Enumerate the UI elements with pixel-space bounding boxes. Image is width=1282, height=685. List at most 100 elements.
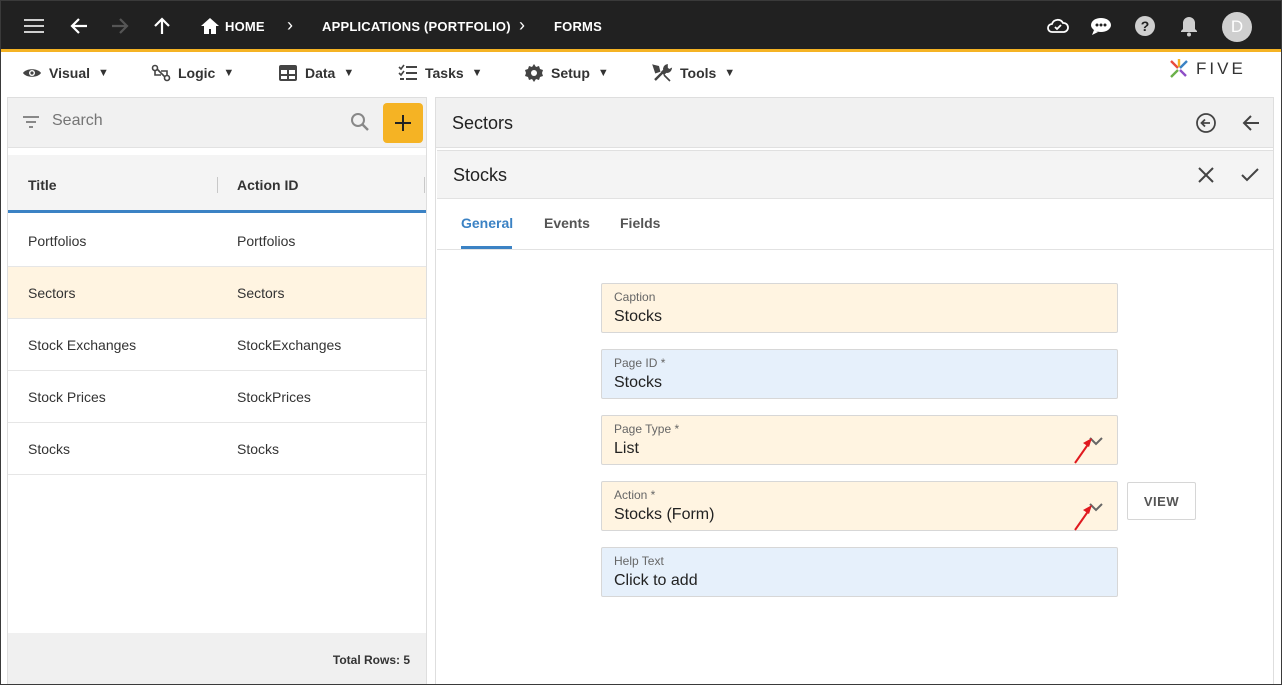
menu-data-label: Data <box>305 65 336 81</box>
menu-tasks[interactable]: Tasks ▼ <box>398 62 483 84</box>
table-row-selected[interactable]: Sectors Sectors <box>8 267 426 319</box>
history-back-icon[interactable] <box>1194 111 1218 135</box>
help-icon[interactable]: ? <box>1133 14 1157 38</box>
row-action-id: Portfolios <box>237 233 296 249</box>
menu-tools[interactable]: Tools ▼ <box>652 62 735 84</box>
caption-field[interactable]: Caption Stocks <box>601 283 1118 333</box>
list-footer: Total Rows: 5 <box>8 633 426 685</box>
search-icon[interactable] <box>349 111 371 138</box>
breadcrumb-applications[interactable]: APPLICATIONS (PORTFOLIO) <box>322 19 511 34</box>
table-row[interactable]: Stock Prices StockPrices <box>8 371 426 423</box>
page-type-label: Page Type * <box>614 422 680 436</box>
dropdown-arrow-icon: ▼ <box>471 67 483 79</box>
column-header-action-id[interactable]: Action ID <box>237 177 298 193</box>
column-divider[interactable] <box>424 177 425 193</box>
filter-icon[interactable] <box>21 112 41 137</box>
main-menu-bar: Visual ▼ Logic ▼ Data ▼ Tasks ▼ Setup ▼ Tools… <box>0 55 1282 91</box>
notifications-bell-icon[interactable] <box>1177 14 1201 38</box>
logo-text: FIVE <box>1196 59 1246 78</box>
breadcrumb-chevron-icon: › <box>519 15 525 35</box>
menu-visual-label: Visual <box>49 65 90 81</box>
back-arrow-icon[interactable] <box>1239 111 1263 135</box>
menu-logic[interactable]: Logic ▼ <box>151 62 234 84</box>
parent-record-title: Sectors <box>452 113 514 133</box>
table-icon <box>279 65 297 81</box>
table-row[interactable]: Stock Exchanges StockExchanges <box>8 319 426 371</box>
total-rows-count: Total Rows: 5 <box>332 653 410 667</box>
add-record-button[interactable] <box>383 103 423 143</box>
column-divider[interactable] <box>217 177 218 193</box>
up-arrow-icon[interactable] <box>150 14 174 38</box>
top-app-bar: HOME › APPLICATIONS (PORTFOLIO) › FORMS … <box>0 0 1282 52</box>
svg-text:?: ? <box>1141 18 1150 34</box>
save-check-icon[interactable] <box>1238 163 1262 187</box>
form-editor-card: Stocks General Events Fields Caption Sto… <box>437 150 1273 685</box>
dropdown-arrow-icon: ▼ <box>724 67 736 79</box>
tab-fields[interactable]: Fields <box>620 215 660 231</box>
dropdown-arrow-icon: ▼ <box>98 67 109 79</box>
row-title: Stock Prices <box>28 389 106 405</box>
chat-bot-icon[interactable] <box>1089 14 1113 38</box>
action-select[interactable]: Action * Stocks (Form) <box>601 481 1118 531</box>
row-action-id: StockPrices <box>237 389 311 405</box>
close-icon[interactable] <box>1194 163 1218 187</box>
cloud-deploy-icon[interactable] <box>1046 14 1070 38</box>
menu-tasks-label: Tasks <box>425 65 464 81</box>
row-action-id: Sectors <box>237 285 285 301</box>
annotation-arrow-icon <box>1074 438 1092 464</box>
table-row[interactable]: Stocks Stocks <box>8 423 426 475</box>
help-text-label: Help Text <box>614 554 664 568</box>
menu-setup-label: Setup <box>551 65 590 81</box>
page-id-label: Page ID * <box>614 356 666 370</box>
menu-tools-label: Tools <box>680 65 717 81</box>
row-title: Stock Exchanges <box>28 337 137 353</box>
page-type-select[interactable]: Page Type * List <box>601 415 1118 465</box>
home-icon[interactable] <box>198 14 222 38</box>
menu-setup[interactable]: Setup ▼ <box>524 62 609 84</box>
logic-icon <box>151 64 171 82</box>
column-header-title[interactable]: Title <box>28 177 57 193</box>
dropdown-arrow-icon: ▼ <box>597 67 609 79</box>
page-id-field[interactable]: Page ID * Stocks <box>601 349 1118 399</box>
page-id-value: Stocks <box>614 374 663 391</box>
view-action-button[interactable]: VIEW <box>1127 482 1196 520</box>
breadcrumb-home[interactable]: HOME <box>225 19 265 34</box>
menu-visual[interactable]: Visual ▼ <box>22 62 109 84</box>
row-action-id: StockExchanges <box>237 337 342 353</box>
hamburger-menu-icon[interactable] <box>23 14 47 38</box>
annotation-arrow-icon <box>1074 505 1092 531</box>
breadcrumb-forms[interactable]: FORMS <box>554 19 602 34</box>
detail-panel: Sectors Stocks General Events Fields Cap… <box>435 97 1274 685</box>
menu-logic-label: Logic <box>178 65 216 81</box>
tab-events[interactable]: Events <box>544 215 590 231</box>
active-tab-indicator <box>461 246 512 249</box>
forward-arrow-icon[interactable] <box>108 14 132 38</box>
caption-value: Stocks <box>614 308 663 325</box>
dropdown-arrow-icon: ▼ <box>343 67 355 79</box>
row-title: Stocks <box>28 441 71 457</box>
back-arrow-icon[interactable] <box>67 14 91 38</box>
five-logo-mark-icon <box>1170 59 1188 78</box>
search-input[interactable] <box>52 112 342 130</box>
caption-label: Caption <box>614 290 656 304</box>
parent-record-header: Sectors <box>436 98 1273 148</box>
page-type-value: List <box>614 440 639 457</box>
table-row[interactable]: Portfolios Portfolios <box>8 215 426 267</box>
row-action-id: Stocks <box>237 441 280 457</box>
forms-list-panel: Title Action ID Portfolios Portfolios Se… <box>7 97 427 685</box>
row-title: Portfolios <box>28 233 87 249</box>
help-text-field[interactable]: Help Text Click to add <box>601 547 1118 597</box>
five-logo: FIVE <box>1168 58 1246 80</box>
tools-icon <box>652 64 673 82</box>
breadcrumb-chevron-icon: › <box>287 15 293 35</box>
tasks-icon <box>398 64 417 80</box>
form-title: Stocks <box>453 165 508 185</box>
user-avatar[interactable]: D <box>1222 12 1252 42</box>
gear-icon <box>525 64 543 82</box>
eye-icon <box>23 69 41 77</box>
tab-general[interactable]: General <box>461 215 513 231</box>
row-title: Sectors <box>28 285 76 301</box>
menu-data[interactable]: Data ▼ <box>278 62 354 84</box>
search-bar <box>8 98 426 148</box>
form-header: Stocks <box>437 151 1273 199</box>
